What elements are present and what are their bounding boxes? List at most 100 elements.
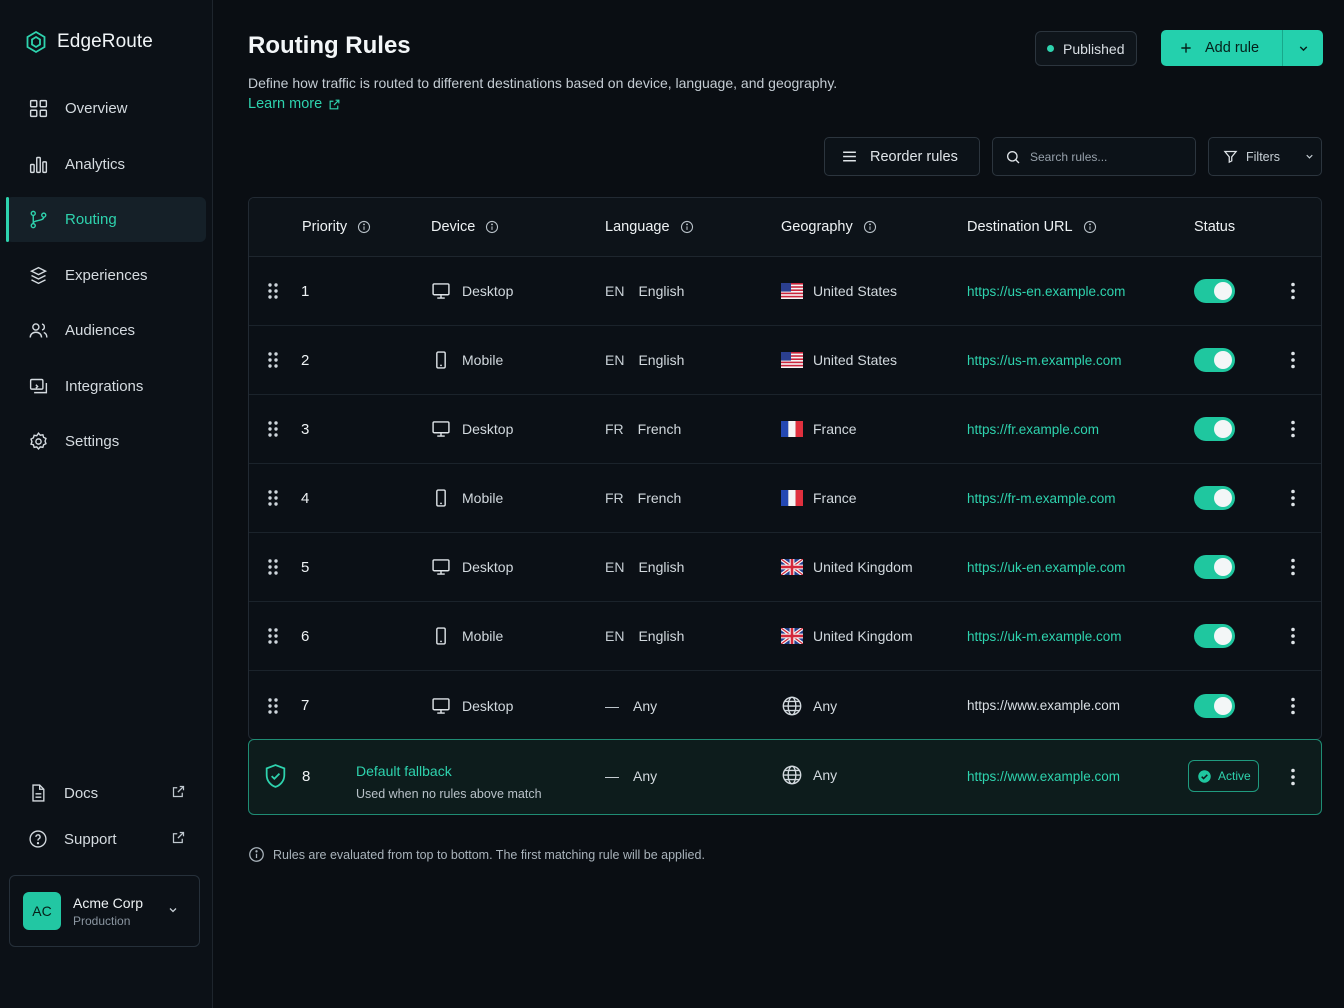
reorder-rules-button[interactable]: Reorder rules: [824, 137, 980, 176]
account-switcher[interactable]: AC Acme Corp Production: [9, 875, 200, 947]
destination-url[interactable]: https://www.example.com: [967, 671, 1120, 739]
support-link[interactable]: Support: [6, 816, 206, 862]
more-options-icon[interactable]: [1285, 350, 1301, 370]
drag-handle[interactable]: [267, 602, 279, 670]
column-header-priority[interactable]: Priority: [302, 219, 371, 235]
table-header: Priority Device Language Geography Desti…: [249, 198, 1321, 257]
row-actions[interactable]: [1285, 464, 1301, 532]
toggle-switch[interactable]: [1194, 348, 1235, 372]
more-options-icon[interactable]: [1285, 696, 1301, 716]
language-name: Any: [633, 697, 658, 714]
more-options-icon[interactable]: [1285, 419, 1301, 439]
info-icon[interactable]: [485, 220, 499, 234]
table-row[interactable]: 2 Mobile EN English United States https:/…: [249, 326, 1321, 395]
destination-url[interactable]: https://fr.example.com: [967, 395, 1099, 463]
column-header-destination-url[interactable]: Destination URL: [967, 219, 1097, 235]
drag-handle[interactable]: [267, 257, 279, 325]
row-actions[interactable]: [1285, 671, 1301, 739]
table-row[interactable]: 3 Desktop FR French France https://fr.exa…: [249, 395, 1321, 464]
toggle-switch[interactable]: [1194, 417, 1235, 441]
add-rule-dropdown-button[interactable]: [1282, 30, 1323, 66]
status-toggle[interactable]: [1194, 602, 1235, 670]
sidebar-item-label: Audiences: [65, 322, 136, 339]
drag-handle[interactable]: [267, 326, 279, 394]
sidebar-item-overview[interactable]: Overview: [6, 86, 206, 131]
row-actions[interactable]: [1285, 326, 1301, 394]
search-input[interactable]: [1030, 149, 1180, 164]
status-toggle[interactable]: [1194, 533, 1235, 601]
sidebar-item-experiences[interactable]: Experiences: [6, 253, 206, 298]
info-icon[interactable]: [863, 220, 877, 234]
table-row[interactable]: 7 Desktop — Any Any https://www.example.c…: [249, 671, 1321, 739]
plus-icon: [1181, 43, 1191, 53]
status-toggle[interactable]: [1194, 257, 1235, 325]
drag-handle[interactable]: [267, 671, 279, 739]
language-code: EN: [605, 628, 625, 644]
destination-url[interactable]: https://fr-m.example.com: [967, 464, 1116, 532]
status-toggle[interactable]: [1194, 326, 1235, 394]
destination-url[interactable]: https://us-m.example.com: [967, 326, 1122, 394]
row-actions[interactable]: [1285, 257, 1301, 325]
filters-button[interactable]: Filters: [1208, 137, 1322, 176]
docs-link[interactable]: Docs: [6, 770, 206, 816]
info-icon[interactable]: [357, 220, 371, 234]
drag-handle[interactable]: [267, 395, 279, 463]
toggle-switch[interactable]: [1194, 624, 1235, 648]
info-icon[interactable]: [1083, 220, 1097, 234]
fallback-rule-row[interactable]: 8 Default fallback Used when no rules ab…: [248, 739, 1322, 815]
more-options-icon[interactable]: [1285, 626, 1301, 646]
drag-handle-icon[interactable]: [267, 420, 279, 438]
table-row[interactable]: 5 Desktop EN English United Kingdom https…: [249, 533, 1321, 602]
destination-url[interactable]: https://www.example.com: [967, 769, 1120, 784]
device-label: Mobile: [462, 490, 504, 506]
column-header-language[interactable]: Language: [605, 219, 694, 235]
drag-handle-icon[interactable]: [267, 627, 279, 645]
column-header-status[interactable]: Status: [1194, 219, 1235, 235]
sidebar-item-routing[interactable]: Routing: [6, 197, 206, 242]
sidebar-item-analytics[interactable]: Analytics: [6, 142, 206, 187]
drag-handle[interactable]: [267, 464, 279, 532]
bar-chart-icon: [29, 156, 48, 173]
more-options-icon[interactable]: [1285, 767, 1301, 787]
desktop-icon: [432, 559, 450, 575]
sidebar-item-settings[interactable]: Settings: [6, 419, 206, 464]
toggle-switch[interactable]: [1194, 555, 1235, 579]
drag-handle-icon[interactable]: [267, 282, 279, 300]
avatar: AC: [23, 892, 61, 930]
drag-handle-icon[interactable]: [267, 351, 279, 369]
geography-cell: Any: [781, 671, 837, 739]
status-toggle[interactable]: [1194, 395, 1235, 463]
table-row[interactable]: 6 Mobile EN English United Kingdom https:…: [249, 602, 1321, 671]
row-actions[interactable]: [1285, 602, 1301, 670]
column-header-geography[interactable]: Geography: [781, 219, 877, 235]
destination-url[interactable]: https://uk-en.example.com: [967, 533, 1125, 601]
destination-url[interactable]: https://us-en.example.com: [967, 257, 1125, 325]
add-rule-button[interactable]: Add rule: [1161, 30, 1282, 66]
drag-handle[interactable]: [267, 533, 279, 601]
language-code: FR: [605, 490, 624, 506]
column-header-device[interactable]: Device: [431, 219, 499, 235]
sidebar-item-audiences[interactable]: Audiences: [6, 308, 206, 353]
row-actions[interactable]: [1285, 533, 1301, 601]
row-actions[interactable]: [1285, 395, 1301, 463]
toggle-switch[interactable]: [1194, 279, 1235, 303]
more-options-icon[interactable]: [1285, 281, 1301, 301]
drag-handle-icon[interactable]: [267, 558, 279, 576]
destination-url[interactable]: https://uk-m.example.com: [967, 602, 1122, 670]
status-toggle[interactable]: [1194, 671, 1235, 739]
drag-handle-icon[interactable]: [267, 697, 279, 715]
toggle-switch[interactable]: [1194, 693, 1235, 718]
search-box[interactable]: [992, 137, 1196, 176]
table-row[interactable]: 1 Desktop EN English United States https:…: [249, 257, 1321, 326]
sidebar-item-integrations[interactable]: Integrations: [6, 364, 206, 409]
more-options-icon[interactable]: [1285, 488, 1301, 508]
toggle-switch[interactable]: [1194, 486, 1235, 510]
info-icon[interactable]: [680, 220, 694, 234]
brand[interactable]: EdgeRoute: [24, 30, 153, 54]
drag-handle-icon[interactable]: [267, 489, 279, 507]
table-row[interactable]: 4 Mobile FR French France https://fr-m.ex…: [249, 464, 1321, 533]
geography-cell: France: [781, 464, 857, 532]
more-options-icon[interactable]: [1285, 557, 1301, 577]
learn-more-link[interactable]: Learn more: [248, 96, 341, 112]
status-toggle[interactable]: [1194, 464, 1235, 532]
